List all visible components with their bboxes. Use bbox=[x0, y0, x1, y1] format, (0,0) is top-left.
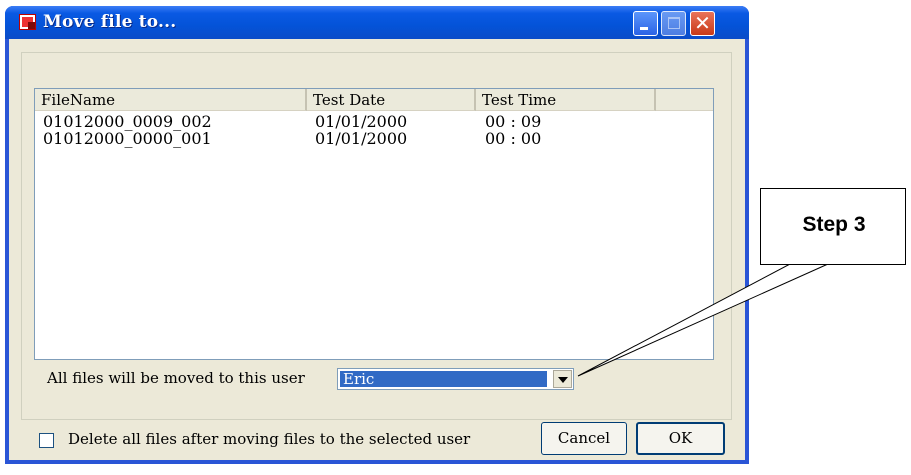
column-header-filename[interactable]: FileName bbox=[35, 89, 307, 111]
dropdown-button[interactable] bbox=[553, 370, 572, 388]
move-file-dialog: Move file to... ✕ FileName Test Date Tes… bbox=[5, 6, 749, 464]
minimize-button[interactable] bbox=[633, 11, 658, 36]
column-header-empty bbox=[656, 89, 713, 111]
step-callout: Step 3 bbox=[760, 188, 906, 265]
cancel-button[interactable]: Cancel bbox=[541, 422, 627, 455]
maximize-button bbox=[661, 11, 686, 36]
target-user-value: Eric bbox=[340, 371, 547, 387]
file-row[interactable]: 01012000_0009_002 01/01/2000 00 : 09 bbox=[35, 113, 713, 130]
test-date-cell: 01/01/2000 bbox=[315, 112, 408, 131]
close-button[interactable]: ✕ bbox=[690, 11, 715, 36]
maximize-icon bbox=[668, 17, 680, 29]
file-name-cell: 01012000_0009_002 bbox=[43, 112, 212, 131]
test-time-cell: 00 : 00 bbox=[485, 129, 542, 148]
column-header-test-time[interactable]: Test Time bbox=[476, 89, 656, 111]
test-time-cell: 00 : 09 bbox=[485, 112, 542, 131]
dialog-client-area: FileName Test Date Test Time 01012000_00… bbox=[9, 39, 745, 460]
minimize-icon bbox=[640, 27, 648, 30]
chevron-down-icon bbox=[558, 377, 568, 383]
file-row[interactable]: 01012000_0000_001 01/01/2000 00 : 00 bbox=[35, 130, 713, 147]
file-list-view[interactable]: FileName Test Date Test Time 01012000_00… bbox=[34, 88, 714, 360]
ok-button[interactable]: OK bbox=[636, 422, 725, 455]
test-date-cell: 01/01/2000 bbox=[315, 129, 408, 148]
step-callout-text: Step 3 bbox=[802, 213, 866, 236]
app-icon bbox=[19, 14, 36, 30]
target-user-label: All files will be moved to this user bbox=[47, 369, 305, 387]
file-name-cell: 01012000_0000_001 bbox=[43, 129, 212, 148]
title-bar[interactable]: Move file to... ✕ bbox=[5, 6, 749, 39]
delete-files-label[interactable]: Delete all files after moving files to t… bbox=[68, 430, 470, 448]
delete-files-checkbox[interactable] bbox=[39, 433, 54, 448]
window-title: Move file to... bbox=[43, 12, 177, 32]
target-user-dropdown[interactable]: Eric bbox=[337, 368, 574, 390]
close-icon: ✕ bbox=[694, 11, 711, 35]
column-header-test-date[interactable]: Test Date bbox=[307, 89, 476, 111]
